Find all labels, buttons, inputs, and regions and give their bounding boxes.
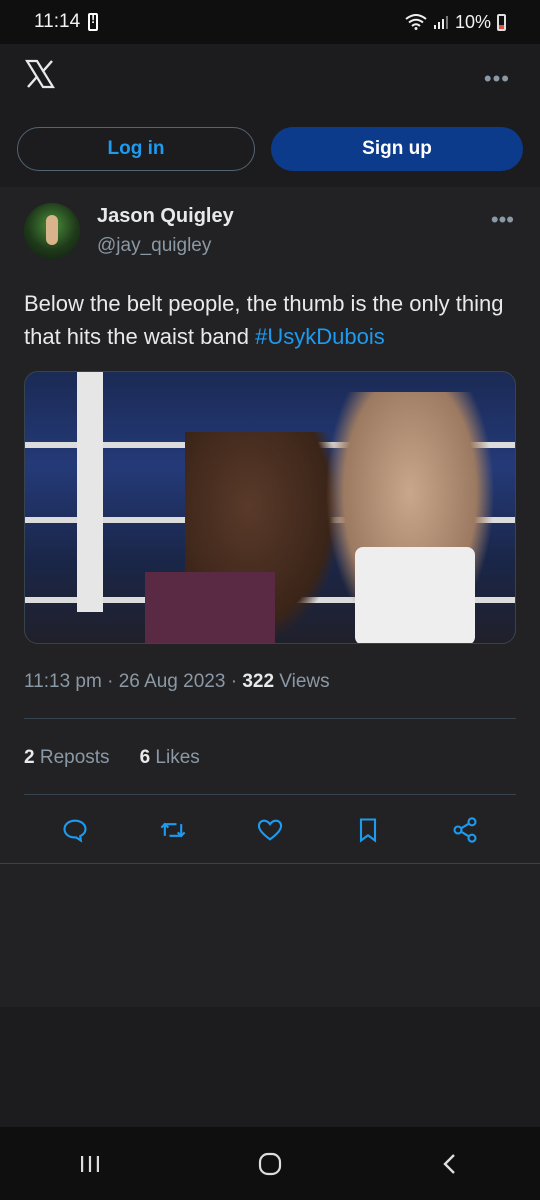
tweet-time: 11:13 pm <box>24 671 102 692</box>
tweet-date: 26 Aug 2023 <box>118 671 226 692</box>
tweet-bottom-divider <box>0 863 540 864</box>
likes-count: 6 <box>139 747 151 768</box>
battery-alert-icon <box>88 12 99 31</box>
tweet-meta: 11:13 pm · 26 Aug 2023 · 322 Views <box>24 671 330 692</box>
tweet-stats: 2 Reposts 6 Likes <box>24 747 200 769</box>
system-nav-bar <box>0 1127 540 1200</box>
reposts-count: 2 <box>24 747 35 768</box>
signal-icon <box>433 16 448 29</box>
views-count: 322 <box>242 671 275 692</box>
ring-post <box>77 372 103 612</box>
battery-percent: 10% <box>454 11 491 32</box>
more-options-icon[interactable]: ••• <box>484 66 510 92</box>
app-header: ••• Log in Sign up <box>0 44 540 187</box>
likes-label: Likes <box>155 747 200 768</box>
comment-icon[interactable] <box>60 815 90 845</box>
empty-area <box>0 1007 540 1127</box>
heart-icon[interactable] <box>255 815 285 845</box>
bookmark-icon[interactable] <box>353 815 383 845</box>
likes-stat[interactable]: 6 Likes <box>140 747 200 769</box>
tweet-text: Below the belt people, the thumb is the … <box>24 287 519 353</box>
x-logo-icon[interactable] <box>24 58 56 90</box>
status-time: 11:14 <box>34 11 81 32</box>
home-icon[interactable] <box>250 1144 290 1184</box>
reposts-label: Reposts <box>39 747 110 768</box>
battery-icon <box>497 13 506 31</box>
tweet-media-image[interactable] <box>24 371 516 644</box>
tweet-more-icon[interactable]: ••• <box>491 207 514 233</box>
boxer-left-shorts <box>145 572 275 643</box>
author-name[interactable]: Jason Quigley <box>97 205 234 228</box>
repost-icon[interactable] <box>158 815 188 845</box>
status-bar: 11:14 10% <box>0 0 540 44</box>
divider <box>24 718 516 719</box>
hashtag-link[interactable]: #UsykDubois <box>255 324 385 349</box>
divider <box>24 794 516 795</box>
recent-apps-icon[interactable] <box>70 1144 110 1184</box>
avatar[interactable] <box>24 203 80 259</box>
boxer-right-shorts <box>355 547 475 643</box>
share-icon[interactable] <box>450 815 480 845</box>
login-button[interactable]: Log in <box>17 127 255 171</box>
reposts-stat[interactable]: 2 Reposts <box>24 747 110 769</box>
views-label: Views <box>279 671 330 692</box>
wifi-icon <box>405 14 427 30</box>
author-handle[interactable]: @jay_quigley <box>97 235 211 257</box>
tweet-card: Jason Quigley @jay_quigley ••• Below the… <box>0 187 540 1007</box>
tweet-actions <box>60 815 480 845</box>
back-icon[interactable] <box>430 1144 470 1184</box>
signup-button[interactable]: Sign up <box>271 127 523 171</box>
